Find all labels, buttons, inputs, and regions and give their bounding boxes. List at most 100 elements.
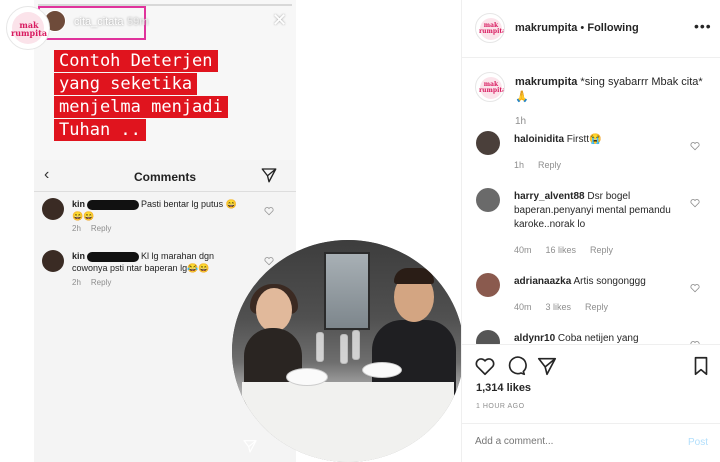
logo-text: mak rumpita (11, 21, 47, 37)
list-item: adrianaazka Artis songonggg 40m 3 likes Re… (476, 273, 716, 317)
photo-person (256, 288, 292, 332)
comment-likes[interactable]: 16 likes (546, 245, 577, 255)
post-panel: mak rumpita makrumpita • Following ••• ma… (461, 0, 720, 462)
avatar[interactable] (476, 330, 500, 344)
comment-text: adrianaazka Artis songonggg (514, 275, 686, 289)
list-item: aldynr10 Coba netijen yang (476, 330, 716, 344)
caption-line: Tuhan .. (54, 119, 146, 141)
reply-link[interactable]: Reply (585, 302, 608, 312)
story-username[interactable]: cita_citata (74, 16, 124, 28)
comments-title: Comments (133, 170, 196, 184)
heart-icon[interactable] (264, 206, 274, 216)
comment-user[interactable]: kin (72, 251, 85, 261)
comment-time: 40m (514, 302, 532, 312)
photo-glass (316, 332, 324, 362)
logo-text: mak rumpita (479, 82, 505, 94)
post-caption: makrumpita *sing syabarrr Mbak cita* 🙏 (515, 75, 710, 105)
comment-body: Pasti bentar lg putus 😄 (141, 199, 237, 209)
comment-user[interactable]: adrianaazka (514, 276, 571, 287)
caption-line: menjelma menjadi (54, 96, 228, 118)
caption-line: yang seketika (54, 73, 198, 95)
avatar[interactable] (42, 250, 64, 272)
comment-meta: 2h Reply (72, 278, 121, 287)
close-icon[interactable]: ✕ (272, 10, 287, 31)
list-item: haloinidita Firstt😭 1h Reply (476, 131, 716, 175)
screenshot-root: cita_citata 59m ✕ Contoh Deterjen yang s… (0, 0, 720, 462)
story-screenshot-area: cita_citata 59m ✕ Contoh Deterjen yang s… (0, 0, 464, 462)
avatar[interactable]: mak rumpita (475, 72, 505, 102)
comment-time: 40m (514, 245, 532, 255)
comment-time: 2h (72, 224, 81, 233)
comment-meta: 2h Reply (72, 224, 121, 233)
avatar[interactable] (476, 273, 500, 297)
photo-plate (362, 362, 402, 378)
comment-text: aldynr10 Coba netijen yang (514, 332, 686, 344)
post-timestamp: 1 HOUR AGO (476, 403, 525, 410)
avatar[interactable] (42, 198, 64, 220)
reply-link[interactable]: Reply (538, 160, 561, 170)
reply-link[interactable]: Reply (91, 224, 111, 233)
comment-input[interactable] (475, 436, 665, 447)
comment-icon[interactable] (505, 355, 527, 377)
bookmark-icon[interactable] (690, 355, 712, 377)
comment-user[interactable]: haloinidita (514, 134, 564, 145)
list-item: kin Pasti bentar lg putus 😄 😄😄 2h Reply (42, 198, 290, 238)
comment-meta: 40m 16 likes Reply (514, 245, 627, 255)
share-icon[interactable] (536, 355, 558, 377)
comment-meta: 1h Reply (514, 160, 575, 170)
avatar[interactable] (476, 131, 500, 155)
photo-person (394, 268, 434, 284)
comment-likes[interactable]: 3 likes (546, 302, 572, 312)
photo-table (242, 382, 454, 462)
heart-icon[interactable] (690, 141, 700, 151)
list-item: harry_alvent88 Dsr bogel baperan.penyany… (476, 188, 716, 258)
heart-icon[interactable] (690, 283, 700, 293)
comment-user[interactable]: aldynr10 (514, 333, 555, 344)
logo-text: mak rumpita (479, 23, 505, 35)
comment-body-2: cowonya psti ntar baperan lg😂😄 (72, 263, 210, 273)
post-actions (462, 344, 720, 380)
logo-line2: rumpita (479, 87, 505, 94)
logo-line2: rumpita (11, 28, 48, 38)
header-username-line: makrumpita • Following (515, 22, 639, 34)
following-button[interactable]: Following (587, 22, 638, 34)
avatar[interactable]: mak rumpita (475, 13, 505, 43)
photo-window (324, 252, 370, 330)
comment-body: Kl lg marahan dgn (141, 251, 215, 261)
avatar[interactable] (476, 188, 500, 212)
brand-logo: mak rumpita (6, 6, 50, 50)
photo-glass (340, 334, 348, 364)
more-options-icon[interactable]: ••• (694, 18, 712, 34)
comments-list[interactable]: mak rumpita makrumpita *sing syabarrr Mba… (462, 59, 720, 344)
caption-time: 1h (515, 116, 527, 127)
comment-time: 1h (514, 160, 525, 170)
like-count[interactable]: 1,314 likes (476, 382, 531, 394)
comment-body: Firstt😭 (566, 134, 602, 145)
send-icon[interactable] (260, 166, 278, 184)
post-button[interactable]: Post (688, 437, 708, 448)
comment-user[interactable]: harry_alvent88 (514, 191, 585, 202)
comment-text: kin Pasti bentar lg putus 😄 😄😄 (72, 198, 252, 222)
comment-user[interactable]: kin (72, 199, 85, 209)
story-caption: Contoh Deterjen yang seketika menjelma m… (54, 50, 284, 142)
comment-text: kin Kl lg marahan dgn cowonya psti ntar b… (72, 250, 252, 274)
couple-photo (232, 240, 464, 462)
reply-link[interactable]: Reply (91, 278, 111, 287)
header-username[interactable]: makrumpita (515, 22, 577, 34)
caption-line: Contoh Deterjen (54, 50, 218, 72)
comment-text: haloinidita Firstt😭 (514, 133, 686, 147)
comment-text: harry_alvent88 Dsr bogel baperan.penyany… (514, 190, 686, 232)
reply-link[interactable]: Reply (590, 245, 613, 255)
story-time: 59m (127, 16, 149, 28)
comment-meta: 40m 3 likes Reply (514, 302, 622, 312)
heart-icon[interactable] (474, 355, 496, 377)
divider (34, 191, 296, 192)
photo-plate (286, 368, 328, 386)
caption-username[interactable]: makrumpita (515, 76, 577, 88)
redaction-scribble (87, 199, 140, 210)
logo-line2: rumpita (479, 28, 505, 35)
heart-icon[interactable] (690, 198, 700, 208)
comment-body: Artis songonggg (573, 276, 646, 287)
redaction-scribble (87, 251, 140, 262)
separator-dot: • (580, 22, 585, 34)
